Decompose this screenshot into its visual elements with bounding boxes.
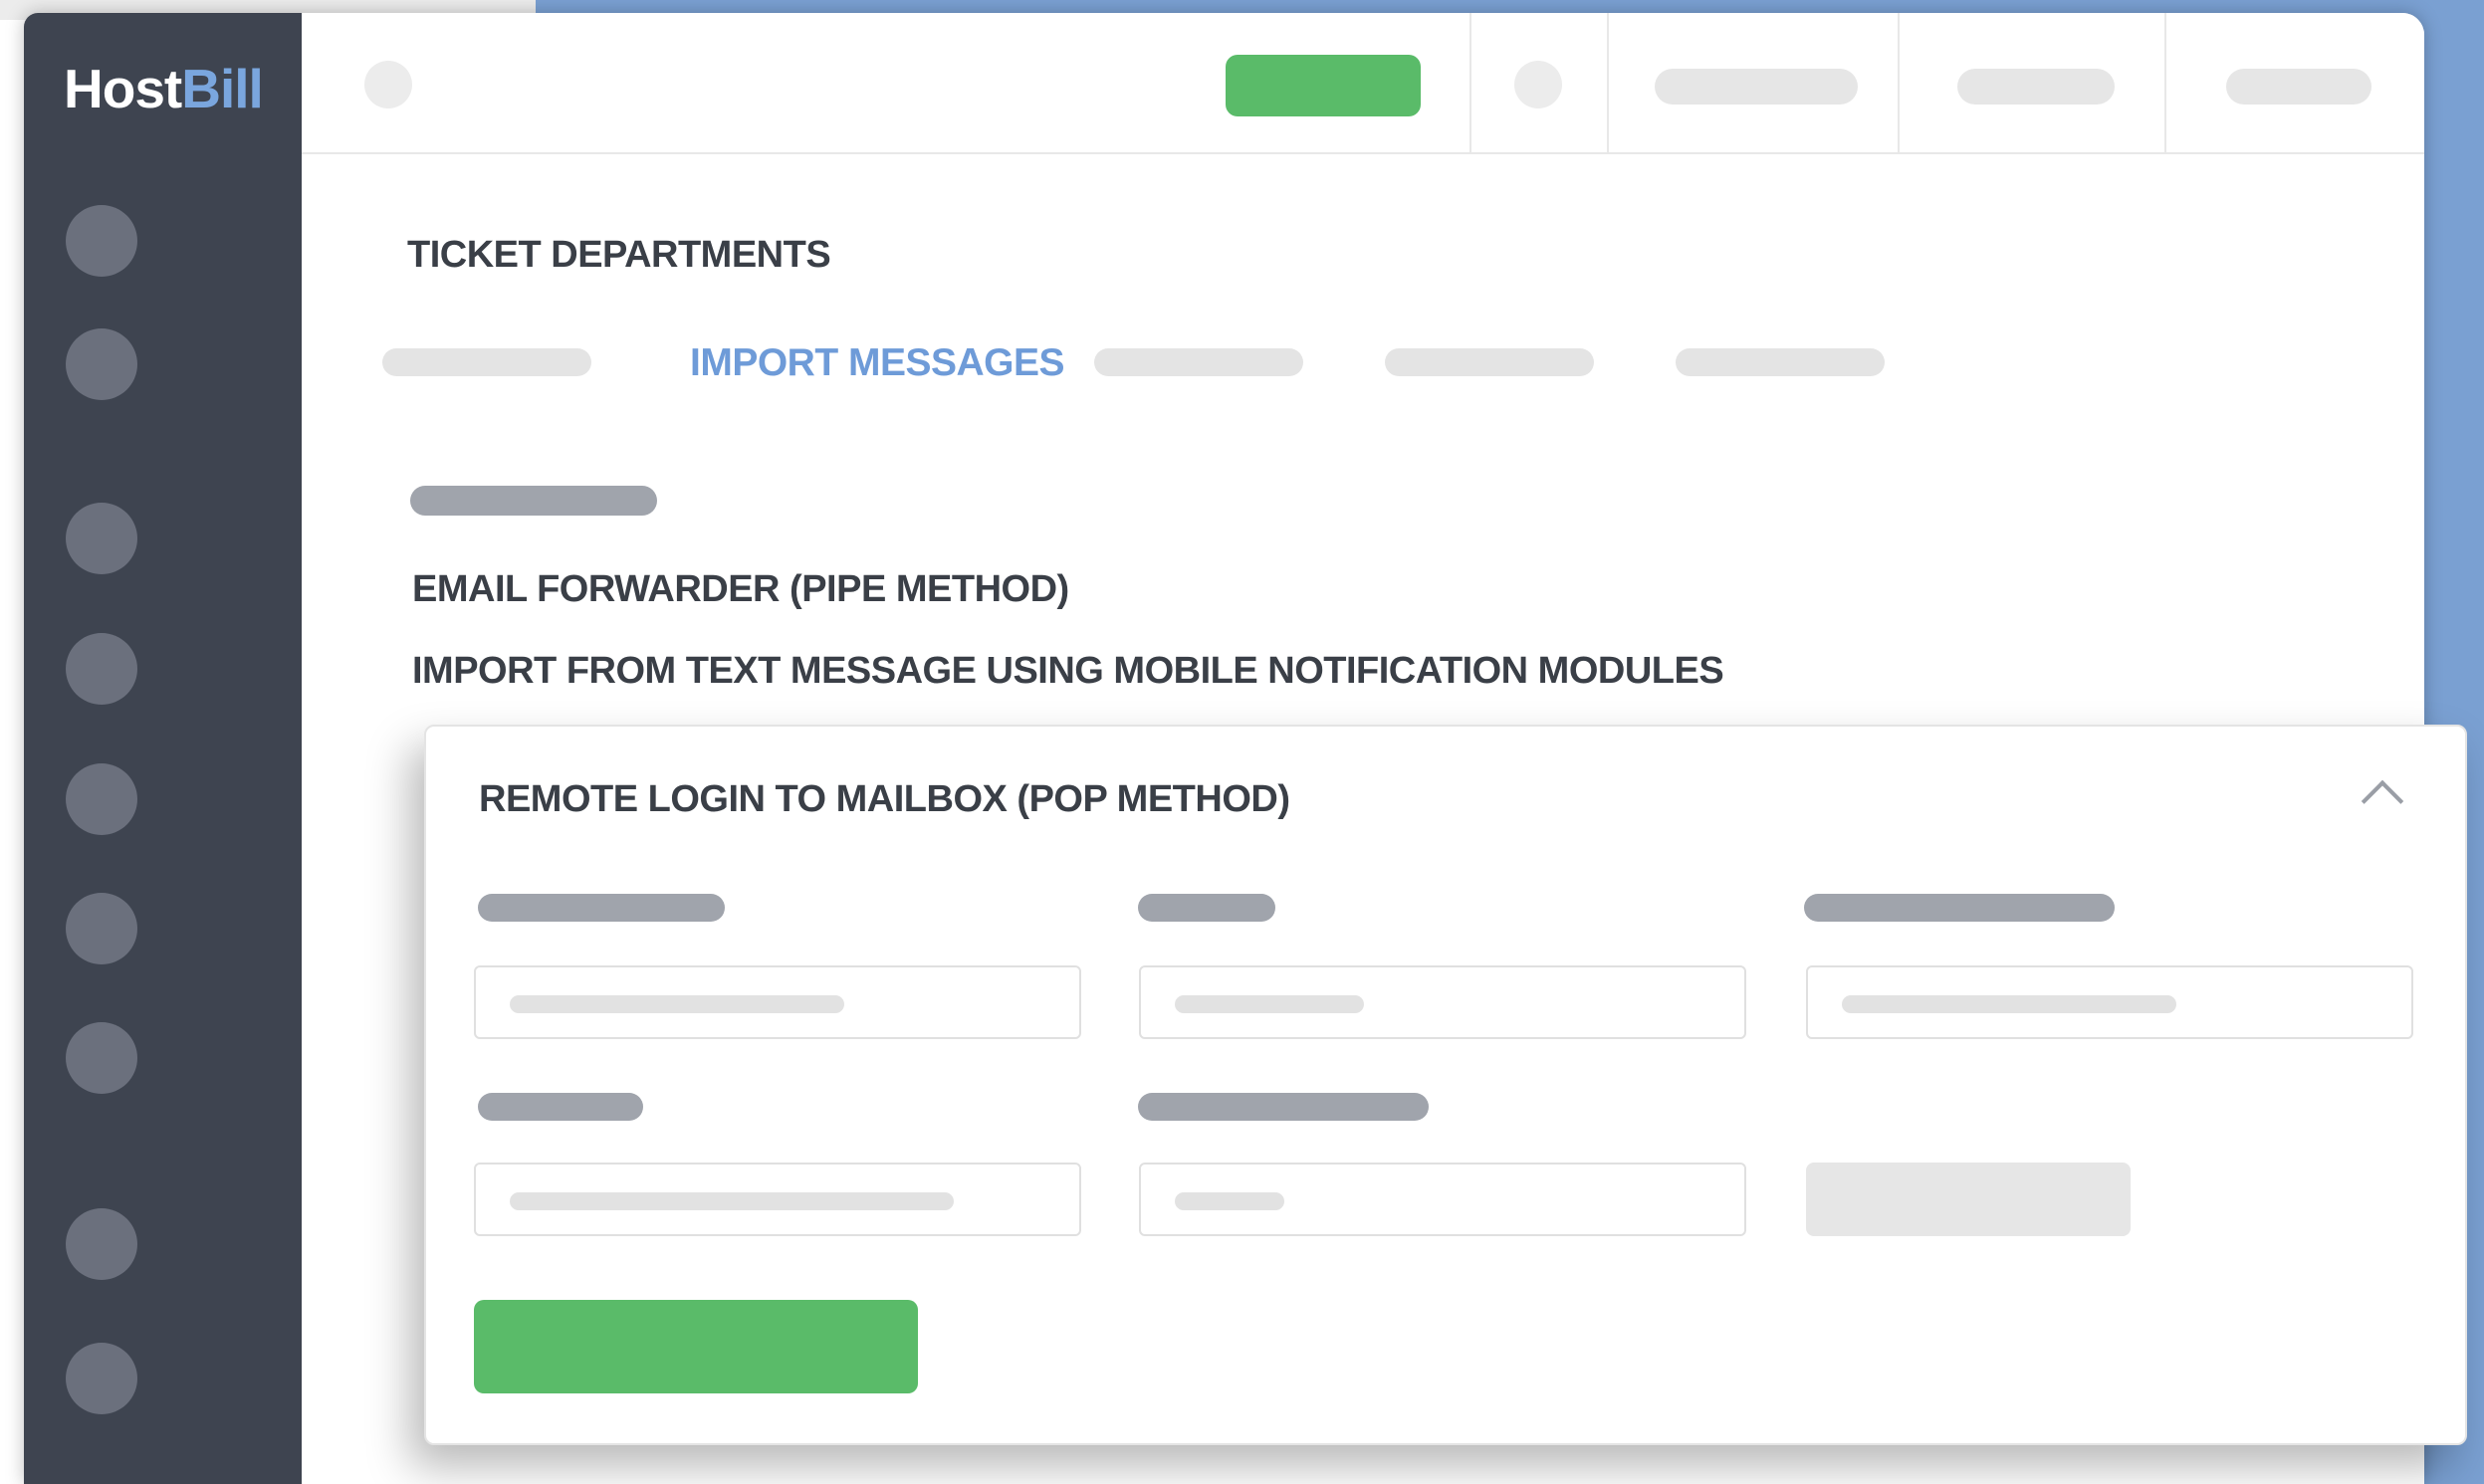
panel-title[interactable]: REMOTE LOGIN TO MAILBOX (POP METHOD) — [479, 778, 1290, 821]
topbar-action-button[interactable] — [1226, 55, 1421, 116]
field-placeholder — [1175, 995, 1364, 1013]
field-placeholder — [510, 995, 844, 1013]
logo-bill-text: Bill — [181, 58, 264, 119]
field-label — [478, 1093, 643, 1121]
tab[interactable] — [1385, 348, 1594, 376]
topbar-menu-item[interactable] — [1957, 69, 2115, 105]
sidebar-nav-icon[interactable] — [66, 893, 137, 964]
topbar-divider — [1898, 13, 1900, 152]
sidebar-nav-icon[interactable] — [66, 1022, 137, 1094]
tab[interactable] — [1676, 348, 1885, 376]
sidebar: HostBill — [24, 13, 302, 1484]
notification-icon[interactable] — [1514, 61, 1562, 108]
sidebar-nav-icon[interactable] — [66, 633, 137, 705]
field-placeholder — [1842, 995, 2176, 1013]
input-field[interactable] — [1806, 965, 2413, 1039]
sidebar-nav-icon[interactable] — [66, 205, 137, 277]
tab[interactable] — [382, 348, 591, 376]
tab[interactable] — [1094, 348, 1303, 376]
sidebar-nav-icon[interactable] — [66, 328, 137, 400]
section-label — [410, 486, 657, 516]
topbar-divider — [1607, 13, 1609, 152]
field-placeholder — [510, 1192, 954, 1210]
tab-import-messages[interactable]: IMPORT MESSAGES — [690, 341, 1065, 385]
menu-toggle-icon[interactable] — [364, 61, 412, 108]
test-connection-button[interactable] — [1806, 1163, 2131, 1236]
input-field[interactable] — [474, 965, 1081, 1039]
chevron-up-icon[interactable] — [2361, 779, 2404, 823]
topbar-menu-item[interactable] — [1655, 69, 1858, 105]
topbar — [302, 13, 2424, 154]
sidebar-nav-icon[interactable] — [66, 1343, 137, 1414]
import-method-pipe[interactable]: EMAIL FORWARDER (PIPE METHOD) — [412, 568, 1069, 611]
sidebar-nav-icon[interactable] — [66, 1208, 137, 1280]
topbar-menu-item[interactable] — [2226, 69, 2371, 105]
import-method-sms[interactable]: IMPORT FROM TEXT MESSAGE USING MOBILE NO… — [412, 650, 1724, 693]
logo-host-text: Host — [64, 58, 182, 119]
topbar-divider — [1469, 13, 1471, 152]
field-label — [1138, 894, 1275, 922]
field-label — [1804, 894, 2115, 922]
page-title: TICKET DEPARTMENTS — [407, 234, 831, 276]
input-field[interactable] — [474, 1163, 1081, 1236]
sidebar-nav-icon[interactable] — [66, 763, 137, 835]
field-placeholder — [1175, 1192, 1284, 1210]
save-button[interactable] — [474, 1300, 918, 1393]
input-field[interactable] — [1139, 1163, 1746, 1236]
field-label — [1138, 1093, 1429, 1121]
field-label — [478, 894, 725, 922]
topbar-divider — [2164, 13, 2166, 152]
pop-method-panel: REMOTE LOGIN TO MAILBOX (POP METHOD) — [424, 725, 2467, 1445]
input-field[interactable] — [1139, 965, 1746, 1039]
hostbill-logo[interactable]: HostBill — [64, 57, 264, 120]
sidebar-nav-icon[interactable] — [66, 503, 137, 574]
